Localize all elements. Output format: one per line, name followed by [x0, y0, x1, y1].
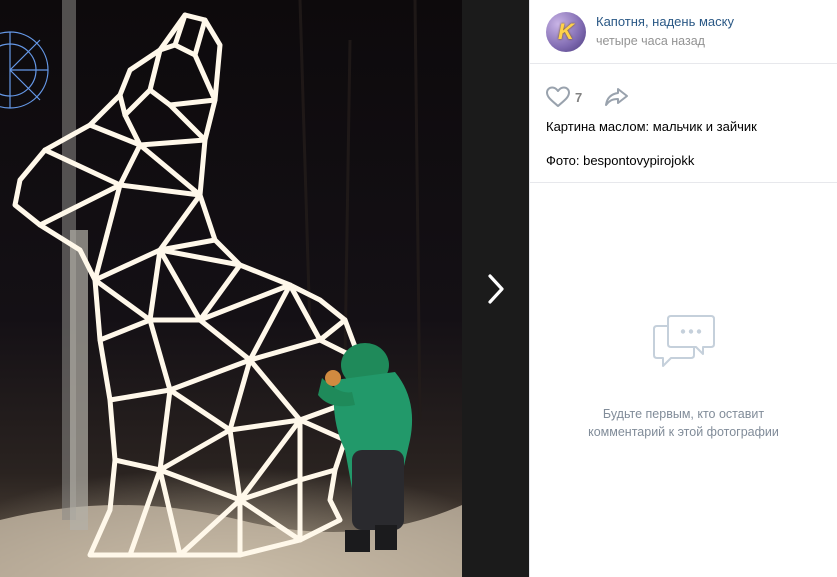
chevron-right-icon: [487, 273, 504, 304]
divider: [530, 182, 837, 183]
share-button[interactable]: [604, 86, 630, 108]
like-button[interactable]: 7: [545, 85, 582, 109]
author-block: Капотня, надень маску четыре часа назад: [596, 13, 734, 50]
share-arrow-icon: [605, 88, 629, 106]
empty-comments-text: Будьте первым, кто оставит комментарий к…: [530, 405, 837, 441]
post-header: K Капотня, надень маску четыре часа наза…: [530, 0, 837, 64]
speech-bubbles-icon: [652, 315, 715, 367]
photo-illustration: [0, 0, 462, 577]
description-text: Картина маслом: мальчик и зайчик: [546, 119, 757, 134]
post-photo[interactable]: [0, 0, 462, 577]
post-time[interactable]: четыре часа назад: [596, 33, 734, 50]
empty-comments-line1: Будьте первым, кто оставит: [602, 407, 765, 421]
photo-viewer: [0, 0, 529, 577]
empty-comments-line2: комментарий к этой фотографии: [588, 425, 779, 439]
post-description: Картина маслом: мальчик и зайчик Фото: b…: [530, 112, 837, 169]
photo-credit: Фото: bespontovypirojokk: [546, 153, 695, 168]
next-photo-button[interactable]: [462, 0, 529, 577]
post-sidebar: K Капотня, надень маску четыре часа наза…: [529, 0, 837, 577]
avatar-logo: K: [558, 18, 574, 44]
post-actions: 7: [530, 64, 837, 112]
empty-comments: Будьте первым, кто оставит комментарий к…: [530, 312, 837, 441]
avatar[interactable]: K: [546, 11, 586, 52]
heart-icon: [546, 86, 570, 107]
author-name-link[interactable]: Капотня, надень маску: [596, 13, 734, 30]
like-count: 7: [575, 89, 583, 105]
